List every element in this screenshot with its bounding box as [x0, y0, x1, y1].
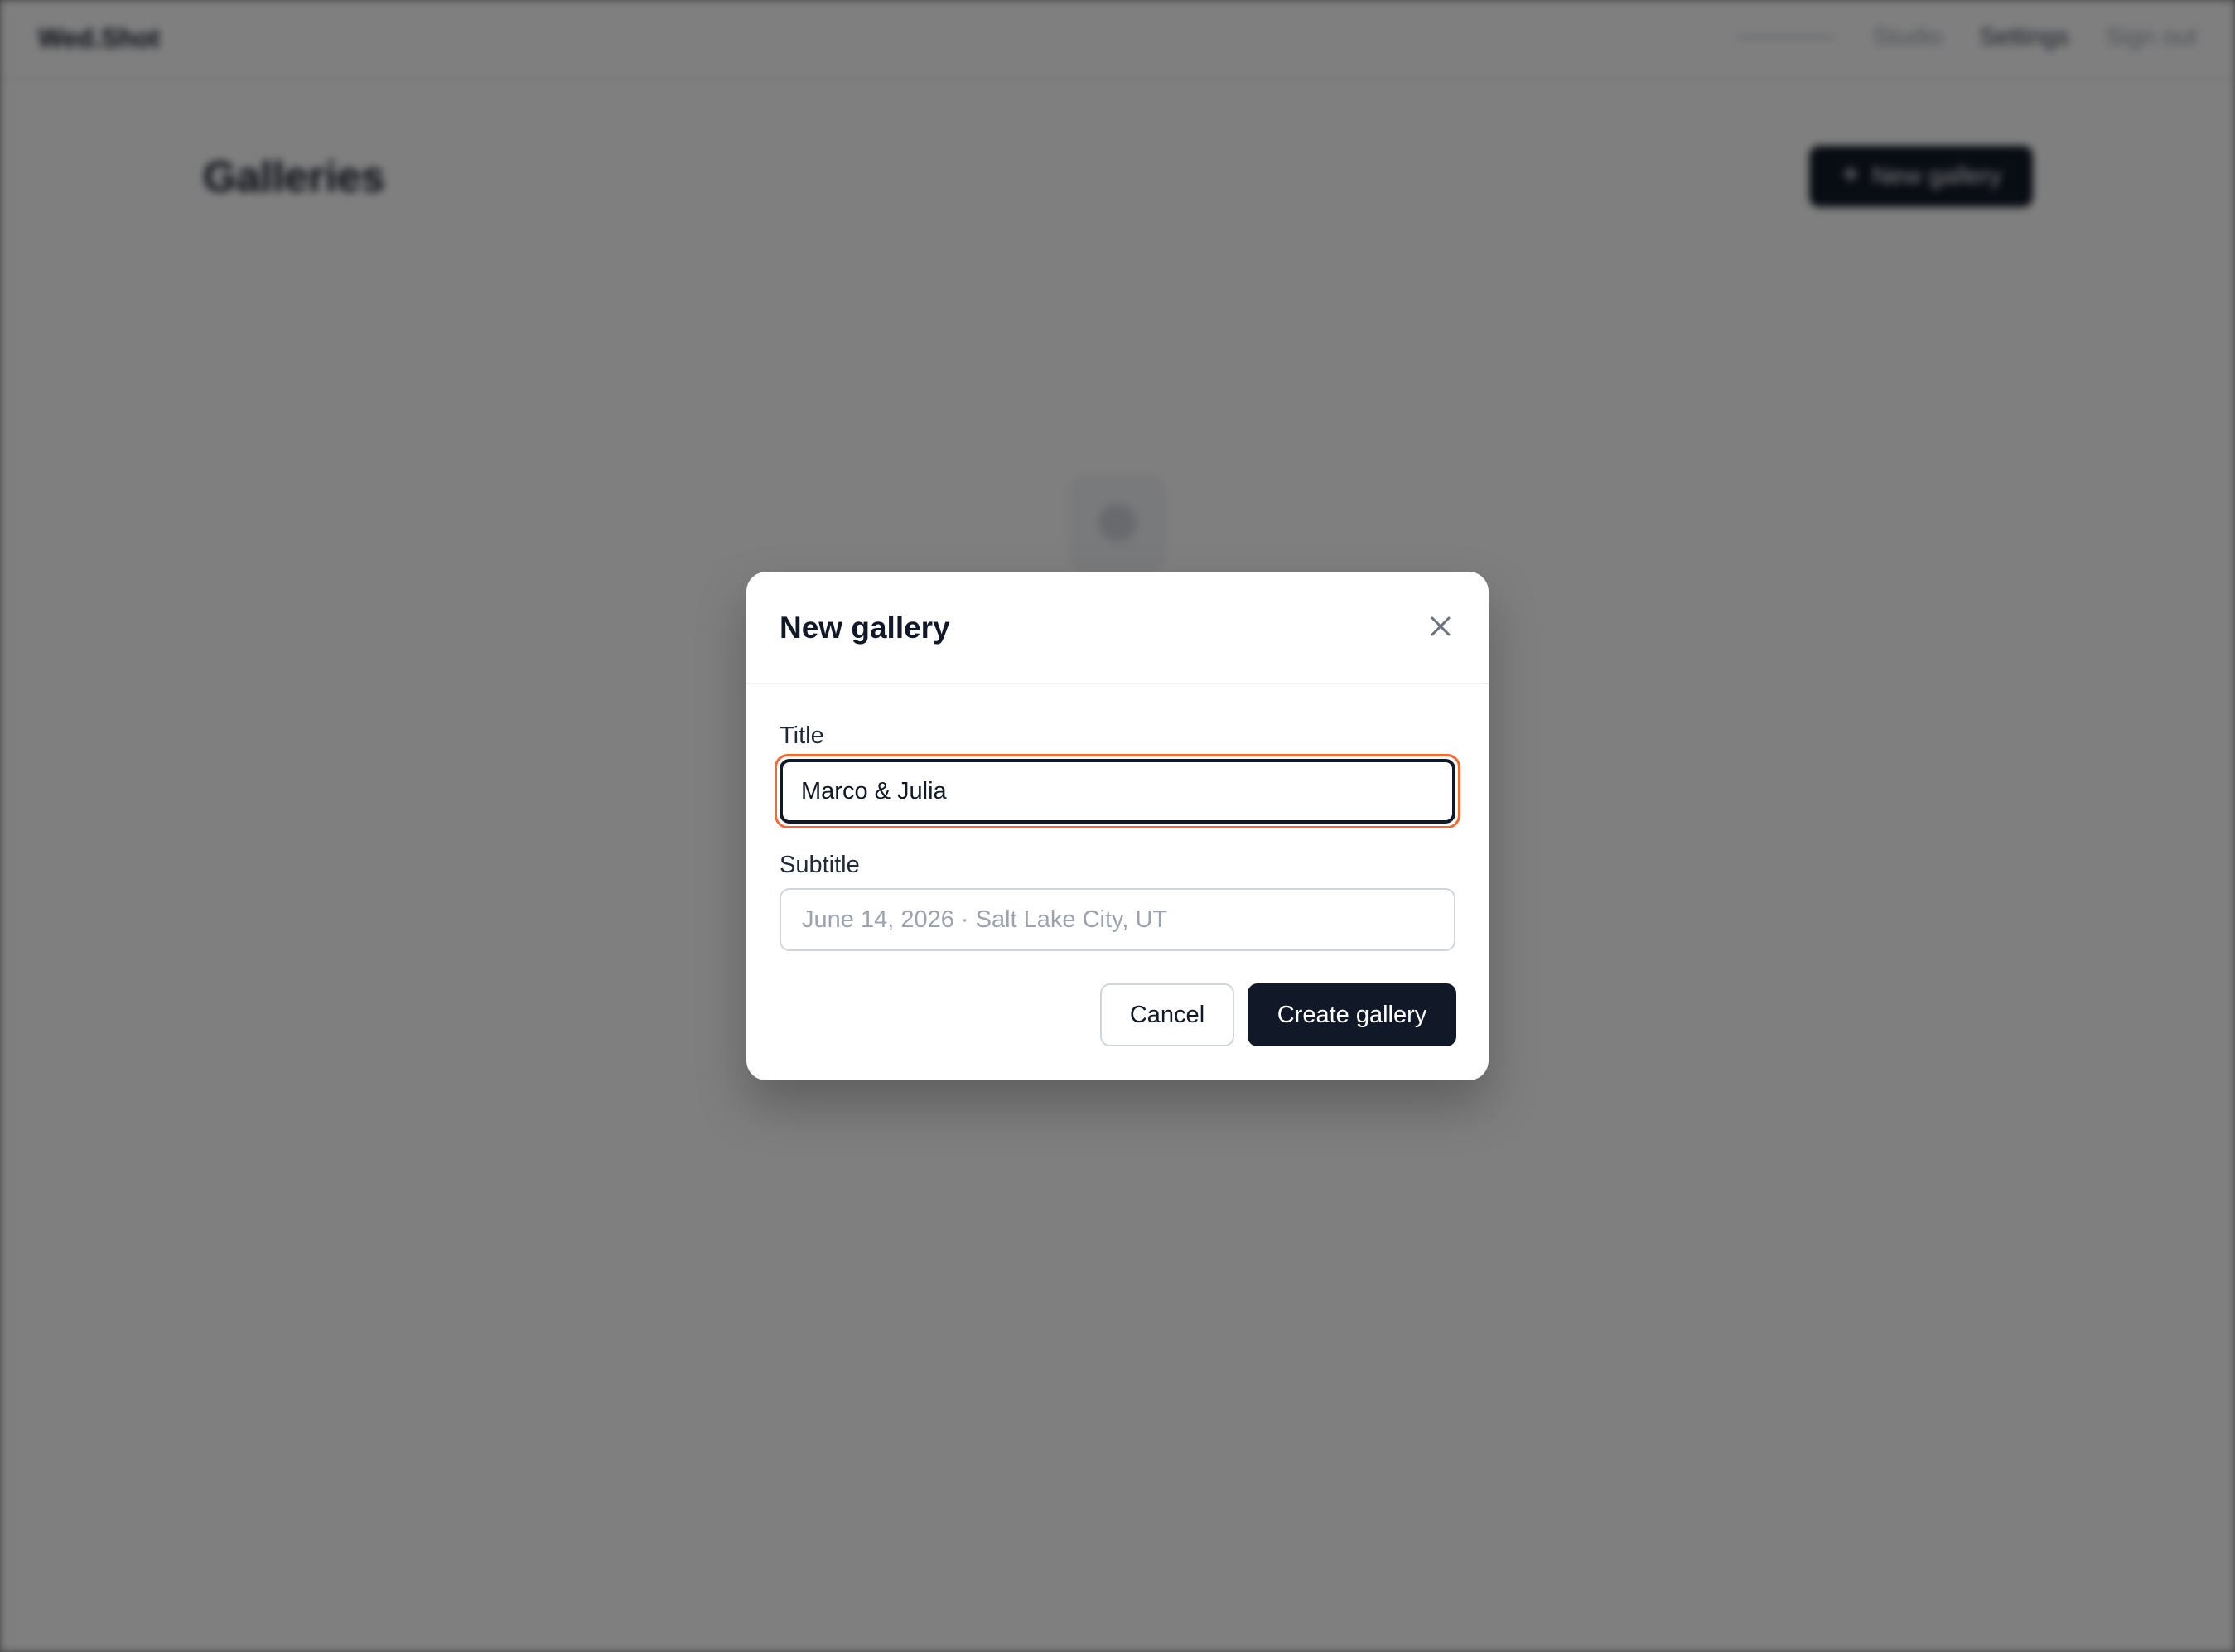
- subtitle-field-label: Subtitle: [780, 852, 860, 878]
- close-icon: [1428, 614, 1453, 643]
- title-field-label: Title: [780, 722, 824, 749]
- dialog-title: New gallery: [780, 611, 950, 645]
- new-gallery-dialog: New gallery Title Subtitle Cancel Create…: [746, 572, 1489, 1080]
- close-button[interactable]: [1422, 610, 1459, 646]
- title-input[interactable]: [780, 759, 1455, 824]
- create-gallery-button[interactable]: Create gallery: [1248, 983, 1456, 1046]
- subtitle-input[interactable]: [780, 888, 1455, 951]
- dialog-header: New gallery: [746, 572, 1489, 684]
- cancel-button[interactable]: Cancel: [1100, 983, 1234, 1046]
